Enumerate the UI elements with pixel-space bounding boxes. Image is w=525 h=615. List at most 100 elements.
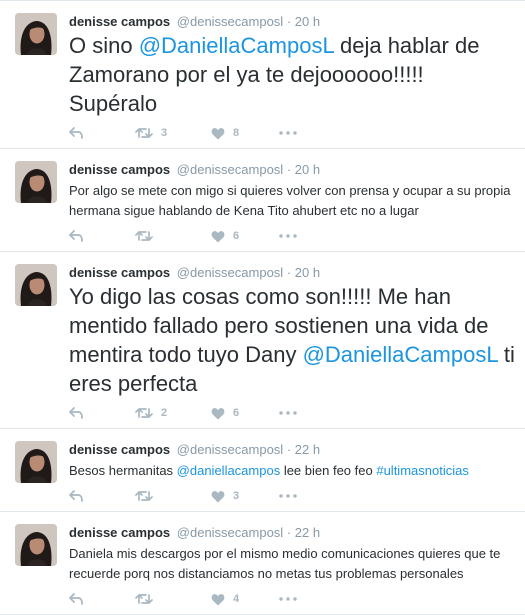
reply-button[interactable] (69, 407, 135, 419)
retweet-button[interactable] (135, 490, 211, 502)
tweet-header: denisse campos @denissecamposl · 20 h (69, 264, 515, 282)
like-count: 6 (233, 230, 240, 242)
tweet-time[interactable]: 20 h (295, 265, 320, 280)
tweet-link[interactable]: @DaniellaCamposL (139, 33, 334, 58)
tweet-header: denisse campos @denissecamposl · 20 h (69, 161, 515, 179)
tweet-text: Yo digo las cosas como son!!!!! Me han m… (69, 282, 515, 398)
tweet-actions: 2 6 (69, 398, 515, 428)
tweet[interactable]: denisse campos @denissecamposl · 20 h Yo… (0, 252, 525, 429)
more-icon (279, 234, 297, 238)
retweet-button[interactable]: 2 (135, 407, 211, 419)
user-fullname[interactable]: denisse campos (69, 525, 170, 540)
more-button[interactable] (279, 131, 303, 135)
tweet-text: Besos hermanitas @daniellacampos lee bie… (69, 461, 515, 481)
like-count: 3 (233, 490, 240, 502)
separator-dot: · (286, 525, 292, 540)
tweet-text-segment: lee bien feo feo (280, 463, 377, 478)
avatar[interactable] (15, 524, 57, 566)
user-fullname[interactable]: denisse campos (69, 14, 170, 29)
like-button[interactable]: 3 (211, 490, 279, 503)
tweet-header: denisse campos @denissecamposl · 22 h (69, 524, 515, 542)
more-icon (279, 131, 297, 135)
tweet-text-segment: Daniela mis descargos por el mismo medio… (69, 546, 501, 581)
reply-button[interactable] (69, 127, 135, 139)
retweet-button[interactable]: 3 (135, 127, 211, 139)
tweet[interactable]: denisse campos @denissecamposl · 20 h Po… (0, 149, 525, 252)
tweet-timeline: denisse campos @denissecamposl · 20 h O … (0, 0, 525, 615)
user-fullname[interactable]: denisse campos (69, 265, 170, 280)
retweet-button[interactable] (135, 593, 211, 605)
like-button[interactable]: 8 (211, 127, 279, 140)
tweet-actions: 4 (69, 584, 515, 614)
tweet-actions: 3 (69, 481, 515, 511)
avatar[interactable] (15, 264, 57, 306)
more-button[interactable] (279, 494, 303, 498)
separator-dot: · (286, 442, 292, 457)
retweet-icon (135, 490, 153, 502)
more-icon (279, 597, 297, 601)
reply-icon (69, 230, 83, 242)
tweet-link[interactable]: #ultimasnoticias (376, 463, 469, 478)
tweet[interactable]: denisse campos @denissecamposl · 22 h Da… (0, 512, 525, 615)
reply-icon (69, 407, 83, 419)
like-count: 4 (233, 593, 240, 605)
reply-button[interactable] (69, 490, 135, 502)
tweet[interactable]: denisse campos @denissecamposl · 22 h Be… (0, 429, 525, 512)
more-icon (279, 411, 297, 415)
reply-icon (69, 593, 83, 605)
separator-dot: · (286, 265, 292, 280)
retweet-count: 2 (161, 407, 168, 419)
tweet-header: denisse campos @denissecamposl · 22 h (69, 441, 515, 459)
tweet-time[interactable]: 22 h (295, 525, 320, 540)
tweet[interactable]: denisse campos @denissecamposl · 20 h O … (0, 0, 525, 149)
user-handle[interactable]: @denissecamposl (177, 14, 283, 29)
tweet-actions: 3 8 (69, 118, 515, 148)
retweet-icon (135, 593, 153, 605)
user-handle[interactable]: @denissecamposl (177, 442, 283, 457)
tweet-text-segment: O sino (69, 33, 139, 58)
avatar[interactable] (15, 13, 57, 55)
user-fullname[interactable]: denisse campos (69, 162, 170, 177)
user-handle[interactable]: @denissecamposl (177, 525, 283, 540)
avatar[interactable] (15, 441, 57, 483)
more-button[interactable] (279, 597, 303, 601)
retweet-icon (135, 127, 153, 139)
like-count: 8 (233, 127, 240, 139)
separator-dot: · (286, 14, 292, 29)
more-icon (279, 494, 297, 498)
heart-icon (211, 127, 225, 140)
reply-button[interactable] (69, 593, 135, 605)
tweet-text: Daniela mis descargos por el mismo medio… (69, 544, 515, 584)
tweet-text-segment: Besos hermanitas (69, 463, 177, 478)
user-handle[interactable]: @denissecamposl (177, 162, 283, 177)
user-handle[interactable]: @denissecamposl (177, 265, 283, 280)
more-button[interactable] (279, 411, 303, 415)
heart-icon (211, 593, 225, 606)
user-fullname[interactable]: denisse campos (69, 442, 170, 457)
tweet-text-segment: Por algo se mete con migo si quieres vol… (69, 183, 511, 218)
tweet-link[interactable]: @daniellacampos (177, 463, 281, 478)
reply-icon (69, 127, 83, 139)
like-button[interactable]: 6 (211, 407, 279, 420)
retweet-icon (135, 407, 153, 419)
heart-icon (211, 490, 225, 503)
more-button[interactable] (279, 234, 303, 238)
retweet-count: 3 (161, 127, 168, 139)
separator-dot: · (286, 162, 292, 177)
tweet-time[interactable]: 20 h (295, 14, 320, 29)
tweet-time[interactable]: 20 h (295, 162, 320, 177)
tweet-time[interactable]: 22 h (295, 442, 320, 457)
retweet-button[interactable] (135, 230, 211, 242)
reply-icon (69, 490, 83, 502)
like-button[interactable]: 6 (211, 230, 279, 243)
like-button[interactable]: 4 (211, 593, 279, 606)
tweet-text: O sino @DaniellaCamposL deja hablar de Z… (69, 31, 515, 118)
tweet-actions: 6 (69, 221, 515, 251)
like-count: 6 (233, 407, 240, 419)
retweet-icon (135, 230, 153, 242)
tweet-header: denisse campos @denissecamposl · 20 h (69, 13, 515, 31)
reply-button[interactable] (69, 230, 135, 242)
avatar[interactable] (15, 161, 57, 203)
heart-icon (211, 407, 225, 420)
tweet-link[interactable]: @DaniellaCamposL (303, 342, 498, 367)
